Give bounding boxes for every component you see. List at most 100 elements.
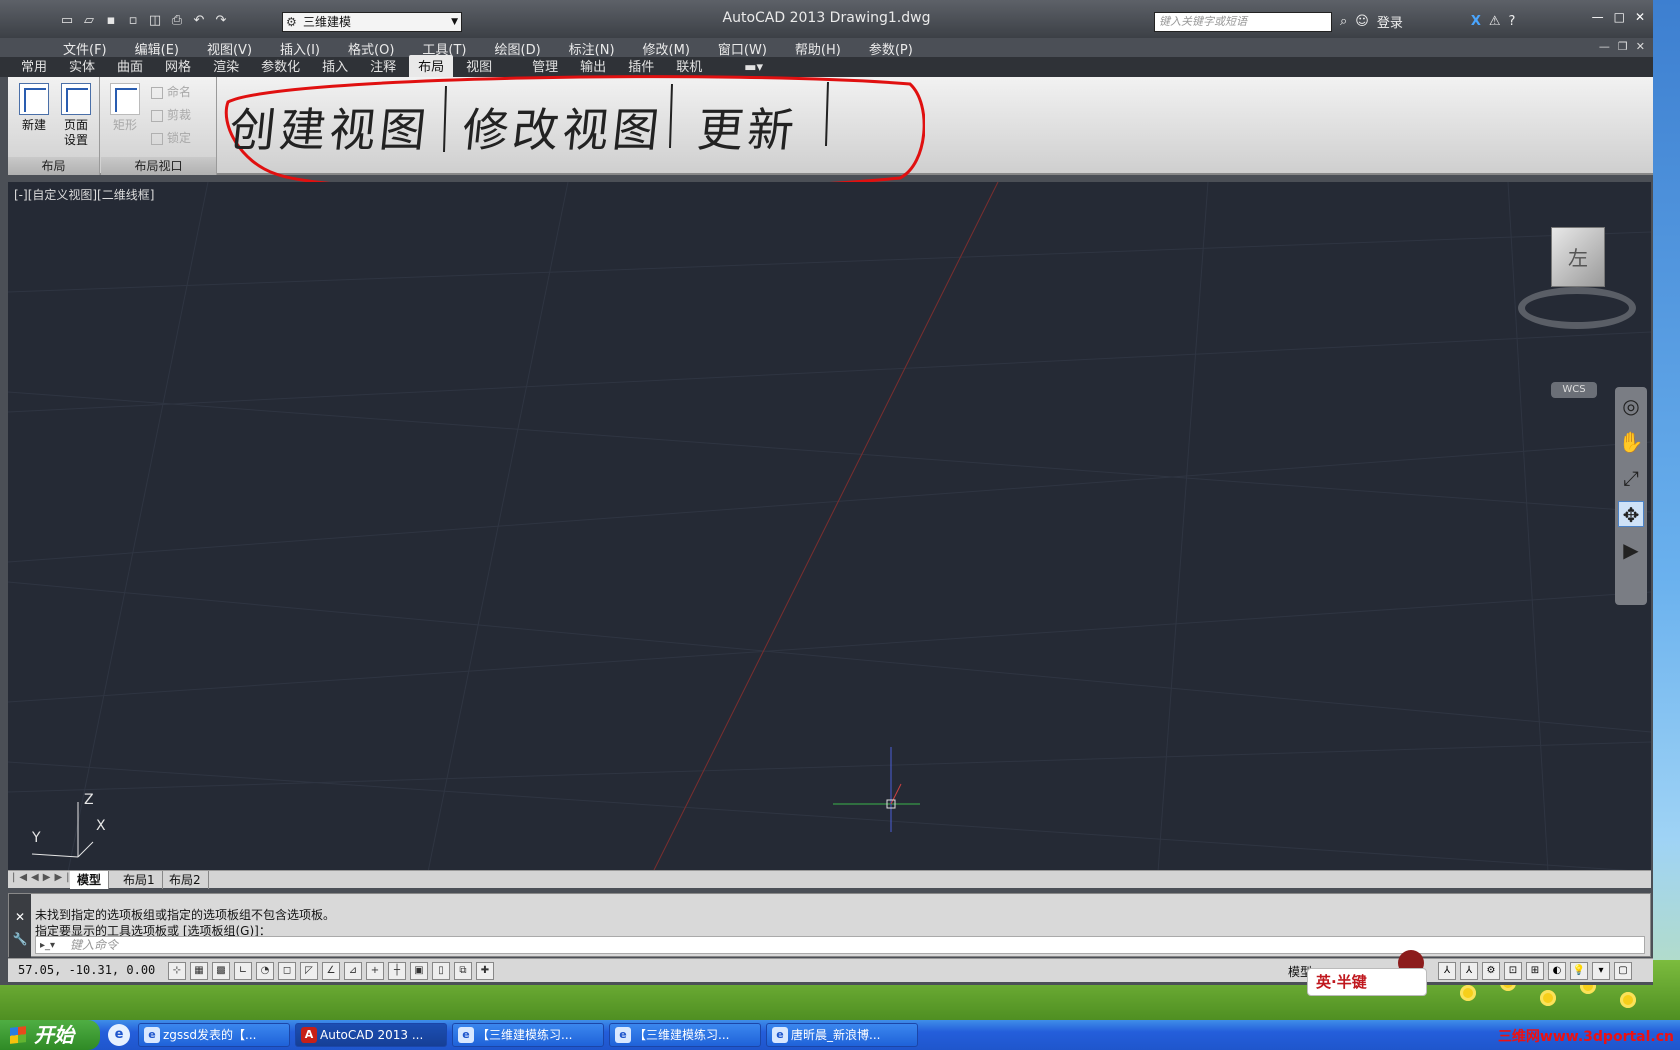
snap-mode-icon[interactable]: ▦ [190,962,208,980]
menu-insert[interactable]: 插入(I) [273,37,327,58]
ortho-mode-icon[interactable]: ∟ [234,962,252,980]
menu-modify[interactable]: 修改(M) [636,37,697,58]
viewcube-compass-ring[interactable] [1518,287,1636,329]
login-label[interactable]: 登录 [1377,12,1403,31]
annotation-scale-icon[interactable]: ⅄ [1438,962,1456,980]
start-button[interactable]: 开始 [0,1020,100,1050]
workspace-switch-icon[interactable]: ⚙ [1482,962,1500,980]
grid-display-icon[interactable]: ▩ [212,962,230,980]
page-setup-button[interactable]: 页面 设置 [56,83,96,148]
tab-mesh[interactable]: 网格 [156,55,200,77]
lock-viewport-button[interactable]: 锁定 [151,129,191,146]
pan-hand-icon[interactable]: ✋ [1618,429,1644,455]
maximize-icon[interactable]: □ [1614,10,1625,24]
dynamic-ucs-icon[interactable]: ⊿ [344,962,362,980]
tab-layout1[interactable]: 布局1 [116,871,163,889]
chevron-down-icon: ▼ [451,17,458,27]
wcs-menu-button[interactable]: WCS [1551,382,1597,398]
close-icon[interactable]: ✕ [1635,10,1645,24]
status-menu-icon[interactable]: ▾ [1592,962,1610,980]
menu-file[interactable]: 文件(F) [56,37,114,58]
workspace-select[interactable]: ⚙ 三维建模 ▼ [282,12,462,32]
menu-format[interactable]: 格式(O) [341,37,401,58]
user-icon[interactable]: ☺ [1355,14,1369,29]
doc-close-icon[interactable]: ✕ [1636,40,1645,53]
polar-tracking-icon[interactable]: ◔ [256,962,274,980]
zoom-extents-icon[interactable]: ⤢ [1618,465,1644,491]
taskbar-item[interactable]: e 唐昕晨_新浪博... [766,1023,918,1047]
showmotion-icon[interactable]: ▶ [1618,537,1644,563]
menu-tools[interactable]: 工具(T) [415,37,473,58]
menu-help[interactable]: 帮助(H) [788,37,848,58]
search-input[interactable]: 键入关键字或短语 [1154,12,1332,32]
minimize-icon[interactable]: — [1592,10,1604,24]
object-snap-icon[interactable]: ◻ [278,962,296,980]
menu-parametric[interactable]: 参数(P) [862,37,920,58]
viewport-controls-label[interactable]: [-][自定义视图][二维线框] [14,186,154,203]
page-setup-icon [61,83,91,115]
taskbar-item[interactable]: e zgssd发表的【... [138,1023,290,1047]
viewcube[interactable]: 左 WCS [1513,227,1643,398]
tab-model[interactable]: 模型 [70,871,110,889]
ie-icon: e [144,1027,160,1043]
taskbar-item-label: 【三维建模练习... [634,1028,730,1042]
command-prompt-icon: ▸_▾ [40,940,56,951]
new-layout-button[interactable]: 新建 [14,83,54,133]
menu-view[interactable]: 视图(V) [200,37,259,58]
infer-constraints-icon[interactable]: ⊹ [168,962,186,980]
tab-scroll-arrows[interactable]: |◀◀▶▶| [12,872,74,883]
selection-cycling-icon[interactable]: ⧉ [454,962,472,980]
orbit-icon[interactable]: ✥ [1618,501,1644,527]
taskbar-item-autocad[interactable]: A AutoCAD 2013 ... [295,1023,447,1047]
taskbar-item[interactable]: e 【三维建模练习... [609,1023,761,1047]
coordinate-display[interactable]: 57.05, -10.31, 0.00 [18,963,155,977]
lightbulb-icon[interactable]: 💡 [1570,962,1588,980]
menu-draw[interactable]: 绘图(D) [488,37,548,58]
start-label: 开始 [34,1023,74,1047]
dynamic-input-icon[interactable]: + [366,962,384,980]
rect-label: 矩形 [112,118,137,132]
command-close-icon[interactable]: ✕ [9,910,31,924]
command-placeholder: 键入命令 [70,938,119,952]
taskbar-item-label: AutoCAD 2013 ... [320,1028,424,1042]
annotation-visibility-icon[interactable]: ⅄ [1460,962,1478,980]
drawing-viewport[interactable]: [-][自定义视图][二维线框] 左 WCS ◎ ✋ ⤢ ✥ ▶ Z Y X [8,182,1651,872]
flower-decoration [1620,992,1636,1008]
transparency-icon[interactable]: ▣ [410,962,428,980]
quick-properties-icon[interactable]: ▯ [432,962,450,980]
tab-home[interactable]: 常用 [12,55,56,77]
hardware-acceleration-icon[interactable]: ⊞ [1526,962,1544,980]
windows-flag-icon [10,1026,26,1044]
doc-restore-icon[interactable]: ❐ [1618,40,1628,53]
menu-edit[interactable]: 编辑(E) [128,37,186,58]
isolate-objects-icon[interactable]: ◐ [1548,962,1566,980]
taskbar-item[interactable]: e 【三维建模练习... [452,1023,604,1047]
help-icon[interactable]: ? [1509,14,1516,29]
doc-minimize-icon[interactable]: — [1599,40,1610,53]
navigation-bar: ◎ ✋ ⤢ ✥ ▶ [1615,387,1647,605]
annotation-monitor-icon[interactable]: ✚ [476,962,494,980]
subscription-icon[interactable]: ⚠ [1489,14,1501,29]
ucs-icon: Z Y X [18,792,108,867]
viewcube-face[interactable]: 左 [1551,227,1605,287]
binoculars-icon[interactable]: ⌕ [1340,14,1347,29]
steering-wheel-icon[interactable]: ◎ [1618,393,1644,419]
rectangle-icon [110,83,140,115]
tab-surface[interactable]: 曲面 [108,55,152,77]
rectangle-viewport-button[interactable]: 矩形 [105,83,145,133]
object-snap-tracking-icon[interactable]: ∠ [322,962,340,980]
menu-window[interactable]: 窗口(W) [711,37,774,58]
3d-object-snap-icon[interactable]: ◸ [300,962,318,980]
lineweight-icon[interactable]: ┼ [388,962,406,980]
ie-quicklaunch-icon[interactable]: e [108,1024,130,1046]
ime-status-bar[interactable]: 英·半键 [1307,968,1427,996]
tab-solid[interactable]: 实体 [60,55,104,77]
named-viewport-button[interactable]: 命名 [151,83,191,100]
exchange-icon[interactable]: X [1471,14,1481,29]
clip-viewport-button[interactable]: 剪裁 [151,106,191,123]
menu-dimension[interactable]: 标注(N) [562,37,622,58]
clean-screen-icon[interactable]: ▢ [1614,962,1632,980]
lock-ui-icon[interactable]: ⊡ [1504,962,1522,980]
tab-layout2[interactable]: 布局2 [162,871,209,889]
command-customize-icon[interactable]: 🔧 [9,932,31,946]
